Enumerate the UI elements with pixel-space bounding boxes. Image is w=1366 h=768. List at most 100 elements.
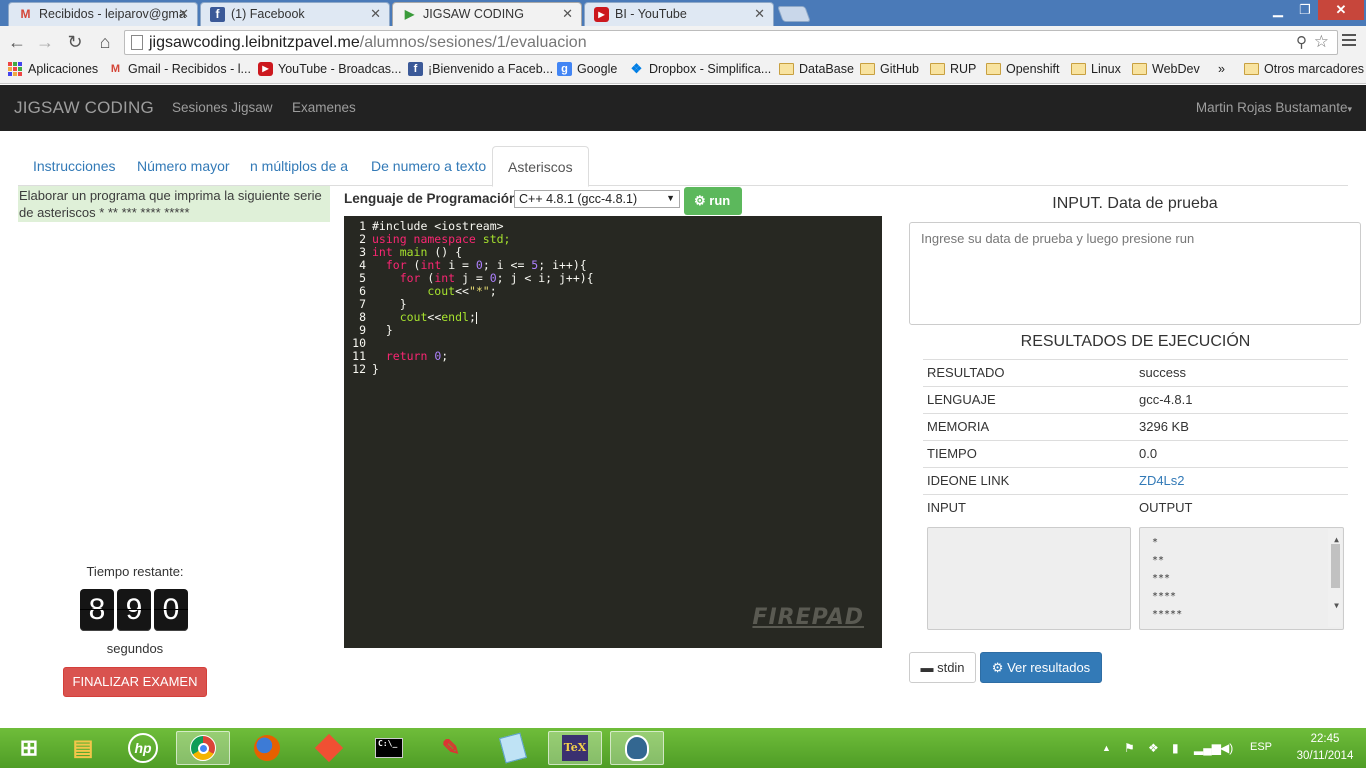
table-row: TIEMPO 0.0 — [923, 440, 1348, 467]
clock-date[interactable]: 30/11/2014 — [1290, 750, 1360, 762]
battery-icon[interactable]: ▮ — [1172, 741, 1179, 755]
tab-n-multiplos[interactable]: n múltiplos de a — [235, 146, 363, 186]
bookmark-folder-linux[interactable]: Linux — [1071, 62, 1121, 76]
bookmark-folder-openshift[interactable]: Openshift — [986, 62, 1060, 76]
chrome-icon[interactable] — [176, 731, 230, 765]
gmail-icon: M — [110, 63, 121, 75]
tray-expand-icon[interactable]: ▲ — [1102, 743, 1111, 753]
bookmark-folder-github[interactable]: GitHub — [860, 62, 919, 76]
firefox-icon[interactable] — [240, 731, 294, 765]
row-value: 3296 KB — [1139, 419, 1189, 434]
tab-asteriscos[interactable]: Asteriscos — [492, 146, 589, 187]
star-icon[interactable]: ☆ — [1314, 32, 1329, 52]
address-bar[interactable]: jigsawcoding.leibnitzpavel.me/alumnos/se… — [124, 30, 1338, 55]
terminal-icon[interactable]: C:\_ — [362, 731, 416, 765]
close-window-icon[interactable]: ✕ — [1318, 0, 1364, 20]
tab-instrucciones[interactable]: Instrucciones — [18, 146, 130, 186]
language-value: C++ 4.8.1 (gcc-4.8.1) — [519, 192, 638, 206]
search-icon[interactable]: ⚲ — [1296, 33, 1307, 51]
scroll-down-icon[interactable]: ▼ — [1334, 597, 1339, 615]
output-textarea[interactable]: * ** *** **** ***** ▲ ▼ — [1139, 527, 1344, 630]
finish-exam-button[interactable]: FINALIZAR EXAMEN — [63, 667, 207, 697]
code-text: << — [455, 284, 469, 298]
nav-examenes[interactable]: Examenes — [292, 100, 356, 115]
scrollbar-thumb[interactable] — [1331, 544, 1340, 588]
brand-logo[interactable]: JIGSAW CODING — [14, 98, 154, 118]
apps-grid-icon — [8, 62, 22, 76]
back-icon[interactable]: ← — [6, 32, 28, 52]
tab-numero-mayor[interactable]: Número mayor — [122, 146, 245, 186]
close-icon[interactable]: ✕ — [178, 6, 189, 22]
row-value: 0.0 — [1139, 446, 1158, 461]
countdown-timer: 8 9 0 — [80, 589, 188, 631]
bookmark-youtube[interactable]: ▶ YouTube - Broadcas... — [258, 62, 401, 76]
forward-icon[interactable]: → — [34, 32, 56, 52]
url-text[interactable]: jigsawcoding.leibnitzpavel.me/alumnos/se… — [149, 34, 587, 52]
app-icon[interactable]: ✎ — [424, 731, 478, 765]
bookmark-facebook[interactable]: f ¡Bienvenido a Faceb... — [408, 62, 553, 76]
bookmark-gmail[interactable]: M Gmail - Recibidos - l... — [108, 62, 251, 76]
stdin-textarea[interactable] — [927, 527, 1131, 630]
code-keyword: return — [372, 349, 428, 363]
view-results-label: Ver resultados — [1007, 660, 1091, 675]
hp-icon[interactable]: hp — [116, 731, 170, 765]
dropdown-arrow-icon: ▼ — [666, 193, 675, 203]
browser-tab-gmail[interactable]: M Recibidos - leiparov@gma ✕ — [8, 2, 198, 26]
windows-start-icon[interactable]: ⊞ — [2, 731, 56, 765]
statement-line: de asteriscos * ** *** **** ***** — [19, 205, 190, 220]
clock-time[interactable]: 22:45 — [1290, 733, 1360, 745]
close-icon[interactable]: ✕ — [370, 6, 381, 22]
bookmark-dropbox[interactable]: ❖ Dropbox - Simplifica... — [629, 62, 772, 77]
bookmark-label: RUP — [950, 62, 977, 76]
bookmark-google[interactable]: g Google — [557, 62, 617, 76]
app-navbar: JIGSAW CODING Sesiones Jigsaw Examenes M… — [0, 85, 1366, 131]
browser-tab-jigsaw[interactable]: ▶ JIGSAW CODING ✕ — [392, 2, 582, 26]
dropbox-tray-icon[interactable]: ❖ — [1148, 741, 1159, 755]
firepad-logo[interactable]: FIREPAD — [752, 605, 864, 630]
tab-numero-a-texto[interactable]: De numero a texto — [356, 146, 501, 186]
scroll-up-icon[interactable]: ▲ — [1334, 531, 1339, 549]
view-results-button[interactable]: ⚙ Ver resultados — [980, 652, 1102, 683]
browser-tab-youtube[interactable]: ▶ BI - YouTube ✕ — [584, 2, 774, 26]
file-explorer-icon[interactable]: ▤ — [56, 731, 110, 765]
folder-icon — [1071, 63, 1086, 75]
bookmark-label: » — [1218, 62, 1225, 76]
postgresql-icon[interactable] — [610, 731, 664, 765]
flag-icon[interactable]: ⚑ — [1124, 741, 1135, 755]
volume-icon[interactable]: ◀) — [1220, 741, 1233, 755]
minimize-icon[interactable]: ▁ — [1264, 0, 1292, 20]
bookmark-folder-webdev[interactable]: WebDev — [1132, 62, 1200, 76]
nav-sesiones[interactable]: Sesiones Jigsaw — [172, 100, 273, 115]
git-icon[interactable] — [302, 731, 356, 765]
home-icon[interactable]: ⌂ — [94, 32, 116, 52]
code-editor[interactable]: 1 #include <iostream> 2 using namespace st… — [344, 216, 882, 648]
bookmark-folder-other[interactable]: Otros marcadores — [1244, 62, 1364, 76]
language-indicator[interactable]: ESP — [1250, 741, 1272, 753]
signal-icon[interactable]: ▂▄▆ — [1194, 741, 1221, 755]
youtube-icon: ▶ — [594, 7, 609, 22]
run-button[interactable]: ⚙ run — [684, 187, 742, 215]
new-tab-button[interactable] — [777, 6, 811, 22]
user-menu[interactable]: Martin Rojas Bustamante▾ — [1196, 100, 1352, 115]
bookmark-folder-database[interactable]: DataBase — [779, 62, 854, 76]
bookmarks-bar: Aplicaciones M Gmail - Recibidos - l... … — [0, 58, 1366, 84]
notepad-icon[interactable] — [486, 731, 540, 765]
browser-tab-facebook[interactable]: f (1) Facebook ✕ — [200, 2, 390, 26]
output-line: * — [1152, 537, 1159, 548]
ideone-link[interactable]: ZD4Ls2 — [1139, 468, 1185, 494]
code-text: std; — [475, 232, 511, 246]
close-icon[interactable]: ✕ — [562, 6, 573, 22]
bookmark-apps[interactable]: Aplicaciones — [8, 62, 98, 76]
bookmark-folder-rup[interactable]: RUP — [930, 62, 976, 76]
language-select[interactable]: C++ 4.8.1 (gcc-4.8.1) ▼ — [514, 190, 680, 208]
reload-icon[interactable]: ↻ — [64, 32, 86, 52]
maximize-icon[interactable]: ❐ — [1292, 0, 1318, 20]
test-input-textarea[interactable]: Ingrese su data de prueba y luego presio… — [909, 222, 1361, 325]
stdin-button[interactable]: ▬ stdin — [909, 652, 976, 683]
texmaker-icon[interactable]: TeX — [548, 731, 602, 765]
gear-icon: ⚙ — [991, 660, 1004, 675]
menu-icon[interactable] — [1342, 34, 1356, 50]
close-icon[interactable]: ✕ — [754, 6, 765, 22]
bookmarks-overflow[interactable]: » — [1198, 62, 1225, 76]
page-icon — [131, 35, 143, 50]
